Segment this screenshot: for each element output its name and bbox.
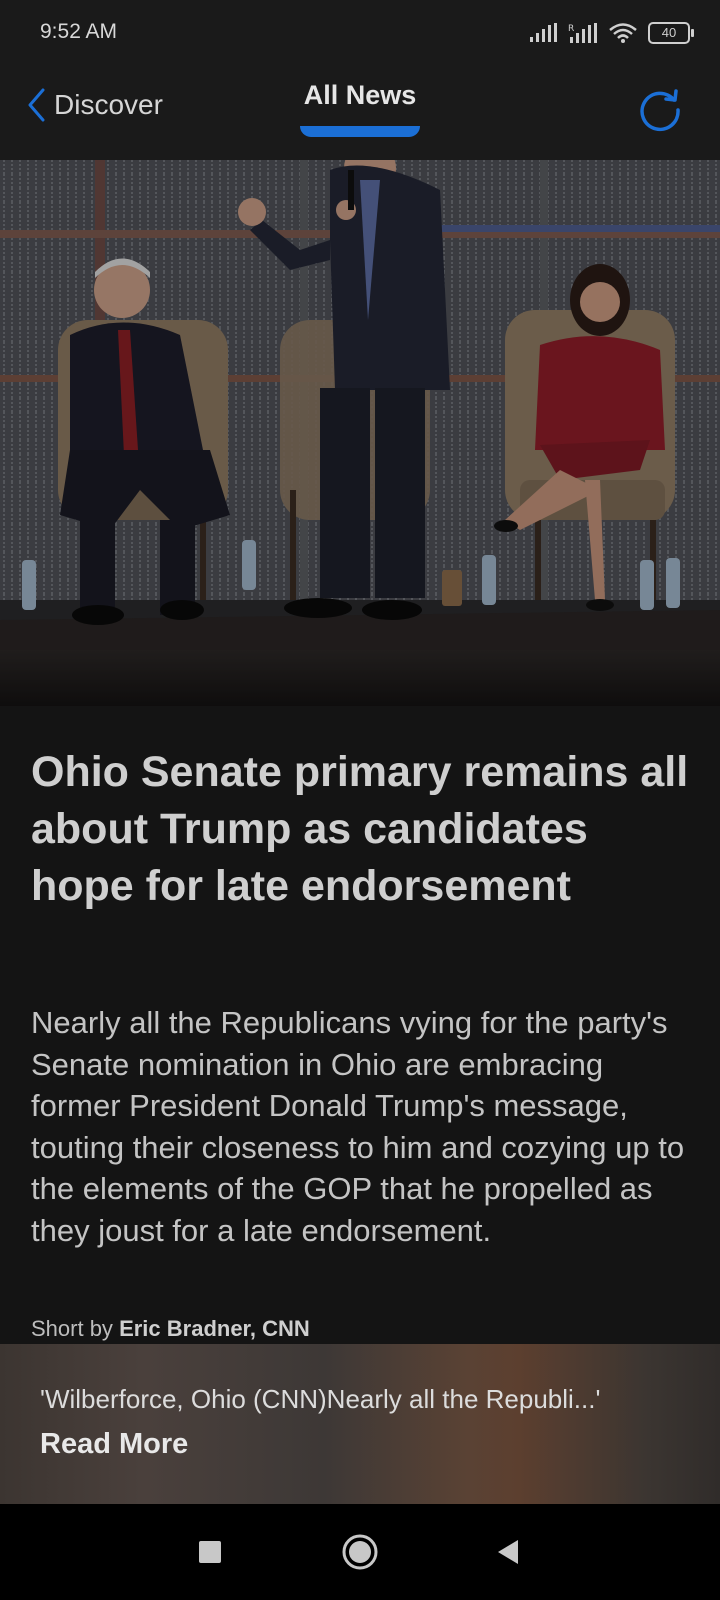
top-app-bar: Discover All News: [0, 70, 720, 160]
status-bar: 9:52 AM R 40: [0, 0, 720, 70]
home-button[interactable]: [340, 1532, 380, 1572]
signal-icon: [530, 23, 557, 42]
back-button[interactable]: [490, 1532, 530, 1572]
system-navigation-bar: [0, 1504, 720, 1600]
byline-author: Eric Bradner, CNN: [119, 1316, 310, 1341]
refresh-icon: [640, 89, 680, 132]
article-summary: Nearly all the Republicans vying for the…: [31, 1005, 685, 1248]
article-body: Ohio Senate primary remains all about Tr…: [0, 706, 720, 1346]
article-hero-image: [0, 160, 720, 706]
svg-text:R: R: [568, 24, 574, 34]
article-headline: Ohio Senate primary remains all about Tr…: [31, 748, 689, 910]
triangle-back-icon: [498, 1540, 518, 1564]
hero-photo: [0, 160, 720, 706]
source-excerpt: 'Wilberforce, Ohio (CNN)Nearly all the R…: [40, 1384, 601, 1414]
active-tab-indicator: [300, 126, 420, 137]
battery-icon: 40: [648, 22, 694, 44]
status-time: 9:52 AM: [40, 20, 118, 43]
wifi-icon: [609, 23, 637, 43]
tab-all-news[interactable]: All News: [0, 80, 720, 111]
read-more-button[interactable]: Read More: [40, 1428, 188, 1461]
square-icon: [199, 1541, 221, 1563]
screen: 9:52 AM R 40 Discover All News Ohio Sena…: [0, 0, 720, 1600]
refresh-button[interactable]: [636, 84, 684, 132]
signal-roaming-icon: R: [568, 23, 597, 43]
circle-icon: [342, 1534, 378, 1570]
recents-button[interactable]: [190, 1532, 230, 1572]
read-more-card[interactable]: 'Wilberforce, Ohio (CNN)Nearly all the R…: [0, 1344, 720, 1504]
byline-prefix: Short by: [31, 1316, 113, 1341]
article-byline: Short by Eric Bradner, CNN: [31, 1316, 310, 1342]
status-icons: R 40: [530, 22, 694, 44]
